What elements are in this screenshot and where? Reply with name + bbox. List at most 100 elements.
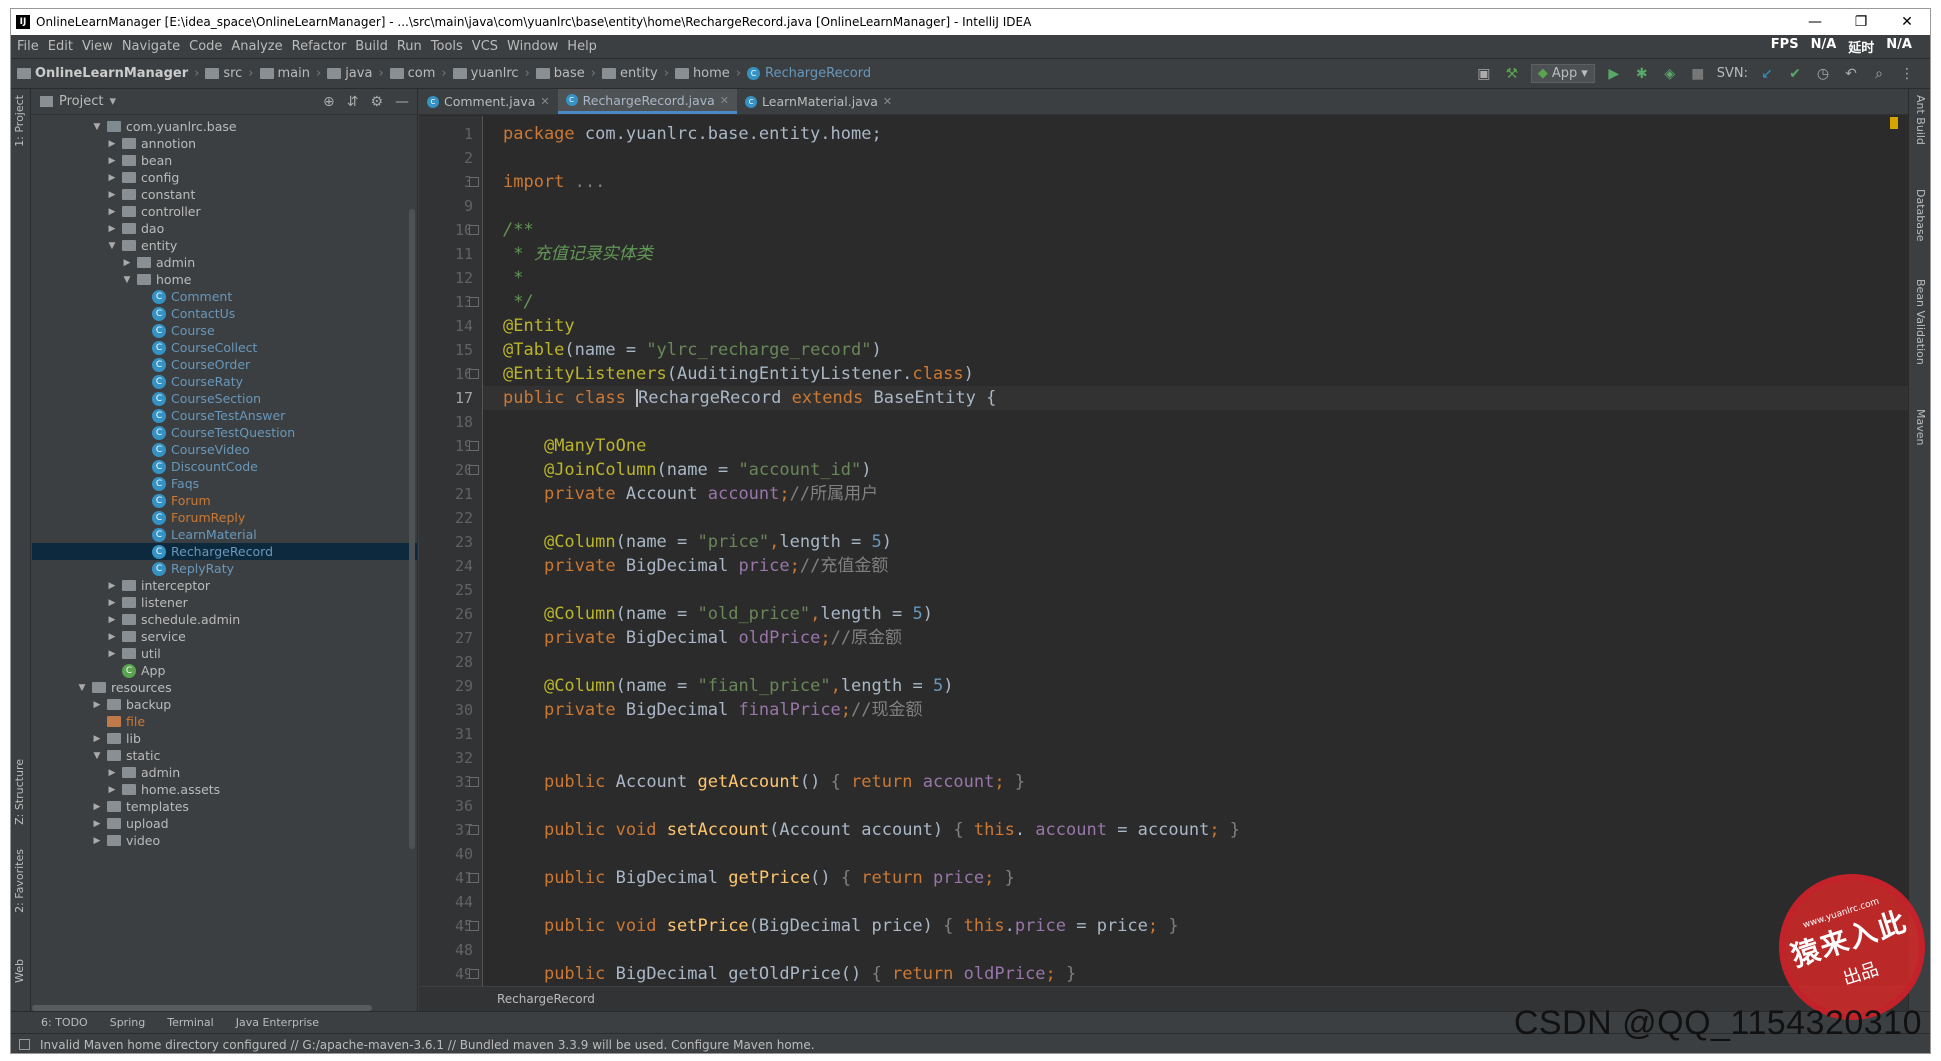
fold-marker-icon[interactable]: [469, 969, 479, 979]
tree-item[interactable]: C CourseTestQuestion: [32, 424, 417, 441]
tool-tab-maven[interactable]: Maven: [1914, 409, 1927, 445]
tree-item[interactable]: ▼ home: [32, 271, 417, 288]
menu-refactor[interactable]: Refactor: [292, 39, 347, 54]
breadcrumb-item[interactable]: com: [389, 66, 435, 81]
menu-analyze[interactable]: Analyze: [231, 39, 282, 54]
tree-item[interactable]: ▶ config: [32, 169, 417, 186]
menu-run[interactable]: Run: [397, 39, 422, 54]
tool-tab-database[interactable]: Database: [1914, 189, 1927, 242]
code-line[interactable]: private Account account;//所属用户: [503, 482, 878, 506]
fold-marker-icon[interactable]: [469, 441, 479, 451]
menu-edit[interactable]: Edit: [48, 39, 73, 54]
code-line[interactable]: *: [503, 266, 523, 290]
tree-item[interactable]: C CourseOrder: [32, 356, 417, 373]
code-line[interactable]: @Entity: [503, 314, 575, 338]
menu-code[interactable]: Code: [189, 39, 222, 54]
collapsed-arrow-icon[interactable]: ▶: [105, 768, 119, 778]
fold-marker-icon[interactable]: [469, 777, 479, 787]
breadcrumb-item[interactable]: java: [327, 66, 372, 81]
history-icon[interactable]: ◷: [1814, 66, 1832, 82]
breadcrumb-item[interactable]: src: [205, 66, 242, 81]
collapsed-arrow-icon[interactable]: ▶: [105, 139, 119, 149]
code-line[interactable]: @Column(name = "price",length = 5): [503, 530, 892, 554]
tree-item[interactable]: ▶ annotion: [32, 135, 417, 152]
collapsed-arrow-icon[interactable]: ▶: [90, 734, 104, 744]
minimize-button[interactable]: —: [1792, 14, 1838, 30]
status-toggle-icon[interactable]: [19, 1039, 30, 1050]
fold-marker-icon[interactable]: [469, 369, 479, 379]
settings-icon[interactable]: ⋮: [1898, 66, 1916, 82]
warning-marker-icon[interactable]: [1890, 117, 1898, 129]
fold-marker-icon[interactable]: [469, 873, 479, 883]
menu-help[interactable]: Help: [567, 39, 597, 54]
expanded-arrow-icon[interactable]: ▼: [120, 275, 134, 285]
menu-navigate[interactable]: Navigate: [122, 39, 180, 54]
menu-view[interactable]: View: [82, 39, 113, 54]
code-line[interactable]: public BigDecimal getOldPrice() { return…: [503, 962, 1076, 986]
fold-marker-icon[interactable]: [469, 225, 479, 235]
tool-tab-web[interactable]: Web: [13, 959, 26, 983]
tool-tab-java-enterprise[interactable]: Java Enterprise: [236, 1016, 319, 1029]
breadcrumb-item[interactable]: entity: [601, 66, 658, 81]
tree-item[interactable]: ▶ util: [32, 645, 417, 662]
code-line[interactable]: private BigDecimal oldPrice;//原金额: [503, 626, 902, 650]
tree-item[interactable]: C CourseRaty: [32, 373, 417, 390]
code-line[interactable]: @Column(name = "fianl_price",length = 5): [503, 674, 953, 698]
tree-item[interactable]: C Forum: [32, 492, 417, 509]
tab-comment-java[interactable]: C Comment.java ✕: [419, 89, 558, 114]
code-line[interactable]: public class RechargeRecord extends Base…: [503, 386, 996, 410]
gear-icon[interactable]: ⚙: [370, 94, 383, 110]
breadcrumb-item[interactable]: OnlineLearnManager: [17, 66, 188, 81]
tree-item[interactable]: ▶ controller: [32, 203, 417, 220]
tool-tab-structure[interactable]: Z: Structure: [13, 759, 26, 825]
tree-item[interactable]: C Course: [32, 322, 417, 339]
tree-item[interactable]: C LearnMaterial: [32, 526, 417, 543]
svn-update-icon[interactable]: ↙: [1758, 66, 1776, 82]
code-line[interactable]: * 充值记录实体类: [503, 242, 652, 266]
close-icon[interactable]: ✕: [720, 94, 729, 107]
tree-item[interactable]: ▼ resources: [32, 679, 417, 696]
tree-item[interactable]: C CourseTestAnswer: [32, 407, 417, 424]
build-hammer-icon[interactable]: ⚒: [1503, 66, 1521, 82]
project-view-title[interactable]: Project: [59, 94, 103, 109]
collapsed-arrow-icon[interactable]: ▶: [105, 785, 119, 795]
run-icon[interactable]: ▶: [1605, 66, 1623, 82]
close-icon[interactable]: ✕: [883, 95, 892, 108]
tree-item[interactable]: C CourseSection: [32, 390, 417, 407]
code-line[interactable]: @ManyToOne: [503, 434, 646, 458]
tree-vertical-scrollbar[interactable]: [409, 209, 415, 849]
collapsed-arrow-icon[interactable]: ▶: [105, 156, 119, 166]
tree-item[interactable]: ▶ admin: [32, 764, 417, 781]
tree-item[interactable]: file: [32, 713, 417, 730]
collapsed-arrow-icon[interactable]: ▶: [90, 819, 104, 829]
tree-item[interactable]: ▶ backup: [32, 696, 417, 713]
collapsed-arrow-icon[interactable]: ▶: [120, 258, 134, 268]
collapsed-arrow-icon[interactable]: ▶: [105, 190, 119, 200]
tab-learnmaterial-java[interactable]: C LearnMaterial.java ✕: [737, 89, 900, 114]
code-line[interactable]: private BigDecimal finalPrice;//现金额: [503, 698, 923, 722]
tree-item[interactable]: ▶ schedule.admin: [32, 611, 417, 628]
code-line[interactable]: @Column(name = "old_price",length = 5): [503, 602, 933, 626]
breadcrumb-item[interactable]: base: [535, 66, 585, 81]
expanded-arrow-icon[interactable]: ▼: [90, 122, 104, 132]
tree-item[interactable]: ▶ constant: [32, 186, 417, 203]
collapsed-arrow-icon[interactable]: ▶: [105, 224, 119, 234]
code-line[interactable]: @EntityListeners(AuditingEntityListener.…: [503, 362, 974, 386]
tree-item[interactable]: ▶ home.assets: [32, 781, 417, 798]
status-message[interactable]: Invalid Maven home directory configured …: [40, 1038, 815, 1052]
tree-item[interactable]: ▶ bean: [32, 152, 417, 169]
tool-tab-favorites[interactable]: 2: Favorites: [13, 849, 26, 913]
tool-tab-project[interactable]: 1: Project: [13, 95, 26, 147]
chevron-down-icon[interactable]: ▾: [109, 94, 116, 109]
collapsed-arrow-icon[interactable]: ▶: [105, 173, 119, 183]
collapsed-arrow-icon[interactable]: ▶: [90, 836, 104, 846]
collapsed-arrow-icon[interactable]: ▶: [105, 632, 119, 642]
tree-item[interactable]: C ReplyRaty: [32, 560, 417, 577]
search-icon[interactable]: ⌕: [1870, 66, 1888, 82]
close-icon[interactable]: ✕: [540, 95, 549, 108]
tree-item[interactable]: C Comment: [32, 288, 417, 305]
menu-tools[interactable]: Tools: [431, 39, 463, 54]
expanded-arrow-icon[interactable]: ▼: [90, 751, 104, 761]
tree-item[interactable]: ▼ entity: [32, 237, 417, 254]
expanded-arrow-icon[interactable]: ▼: [75, 683, 89, 693]
